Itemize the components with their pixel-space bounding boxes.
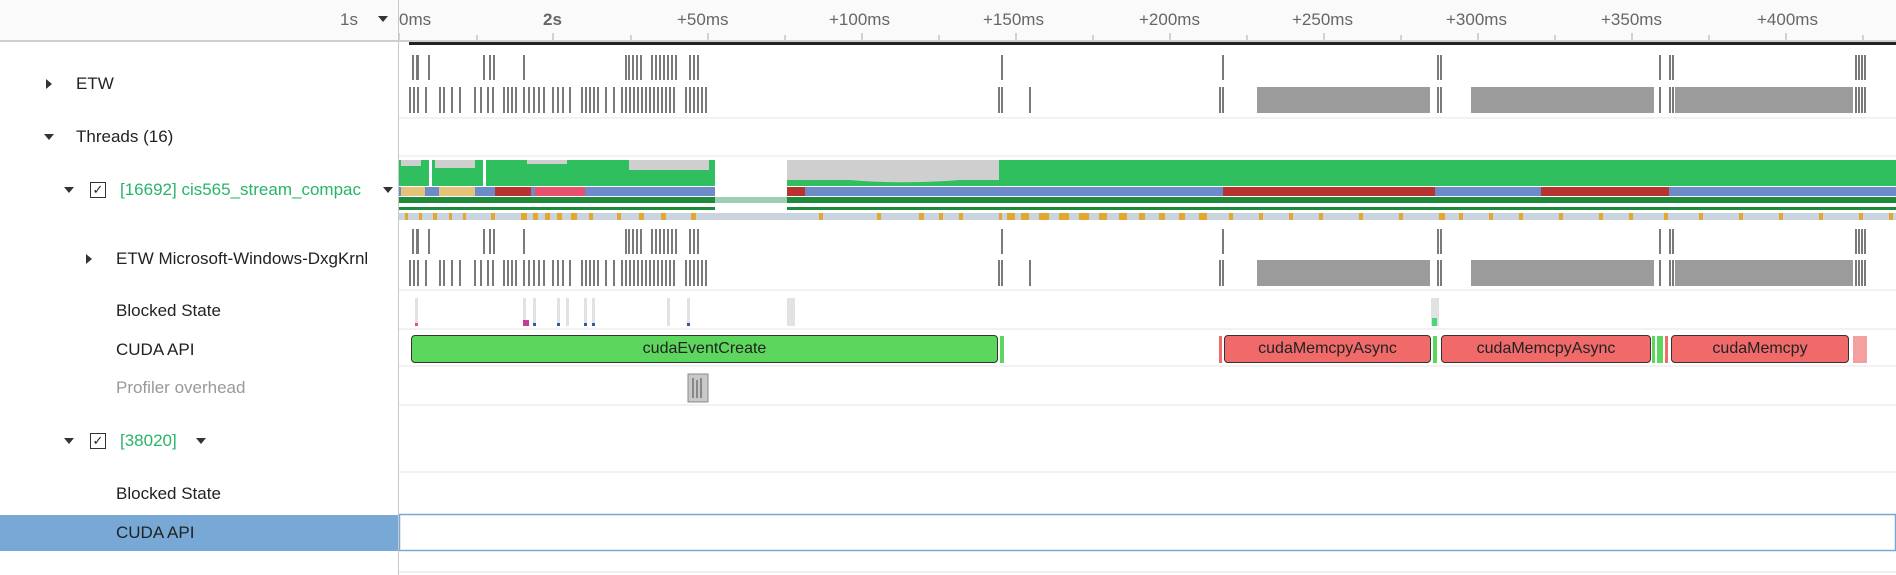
thread-menu-icon[interactable] xyxy=(383,187,393,193)
row-labels-panel: 1s ETW Threads (16) ✓ [16692] cis565_str… xyxy=(0,0,398,575)
cuda-api-call-block[interactable]: cudaMemcpyAsync xyxy=(1224,335,1431,363)
thread-name: [38020] xyxy=(120,431,177,450)
timeline-graphics xyxy=(399,33,1896,573)
row-etw[interactable]: ETW xyxy=(0,62,398,106)
thread-name: [16692] cis565_stream_compac xyxy=(120,180,361,199)
row-label-blocked-state: Blocked State xyxy=(116,301,221,320)
row-etw-dxgkrnl[interactable]: ETW Microsoft-Windows-DxgKrnl xyxy=(0,238,398,280)
row-label-cuda-api: CUDA API xyxy=(116,340,195,359)
timeline-header-left: 1s xyxy=(0,0,398,42)
expand-arrow-icon[interactable] xyxy=(86,254,92,264)
row-label-profiler-overhead: Profiler overhead xyxy=(116,378,246,397)
row-thread-38020[interactable]: ✓ [38020] xyxy=(0,424,398,458)
row-threads[interactable]: Threads (16) xyxy=(0,117,398,157)
collapse-arrow-icon[interactable] xyxy=(64,187,74,193)
row-label-threads: Threads (16) xyxy=(76,127,174,146)
row-label-blocked-state: Blocked State xyxy=(116,484,221,503)
row-blocked-state[interactable]: Blocked State xyxy=(0,296,398,326)
thread-checkbox[interactable]: ✓ xyxy=(90,433,106,449)
cuda-api-call-block[interactable]: cudaMemcpyAsync xyxy=(1441,335,1651,363)
row-thread-16692[interactable]: ✓ [16692] cis565_stream_compac xyxy=(0,170,398,210)
thread-checkbox[interactable]: ✓ xyxy=(90,182,106,198)
expand-arrow-icon[interactable] xyxy=(46,79,52,89)
collapse-arrow-icon[interactable] xyxy=(44,134,54,140)
row-cuda-api-2-selected[interactable]: CUDA API xyxy=(0,515,398,551)
collapse-arrow-icon[interactable] xyxy=(64,438,74,444)
zoom-level[interactable]: 1s xyxy=(340,10,358,30)
cuda-api-call-block[interactable]: cudaEventCreate xyxy=(411,335,998,363)
timeline-panel[interactable]: 0ms 2s +50ms +100ms +150ms +200ms +250ms… xyxy=(399,0,1896,575)
row-cuda-api[interactable]: CUDA API xyxy=(0,335,398,365)
row-label-etw: ETW xyxy=(76,74,114,93)
cuda-api-call-block[interactable]: cudaMemcpy xyxy=(1671,335,1849,363)
row-label-cuda-api: CUDA API xyxy=(116,523,195,542)
thread-menu-icon[interactable] xyxy=(196,438,206,444)
row-label-etw-dxgkrnl: ETW Microsoft-Windows-DxgKrnl xyxy=(116,249,369,268)
zoom-dropdown-icon[interactable] xyxy=(378,16,388,22)
row-blocked-state-2[interactable]: Blocked State xyxy=(0,479,398,509)
row-profiler-overhead[interactable]: Profiler overhead xyxy=(0,373,398,403)
